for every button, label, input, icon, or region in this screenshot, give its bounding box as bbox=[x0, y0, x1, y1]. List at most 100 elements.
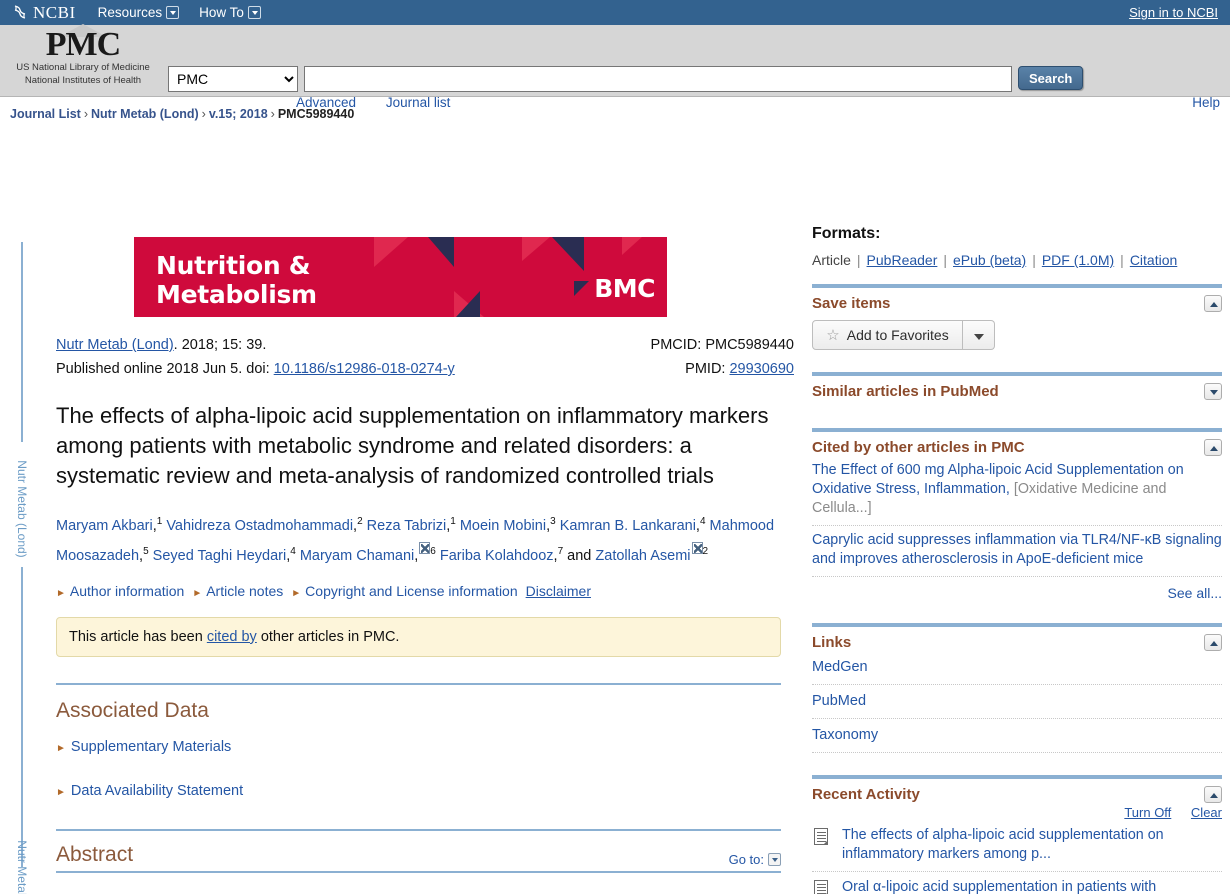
format-pdf[interactable]: PDF (1.0M) bbox=[1042, 252, 1114, 268]
cited-by-item[interactable]: The Effect of 600 mg Alpha-lipoic Acid S… bbox=[812, 456, 1222, 526]
banner-triangle bbox=[456, 291, 480, 317]
similar-articles-title: Similar articles in PubMed bbox=[812, 383, 999, 400]
author-link[interactable]: Maryam Chamani bbox=[300, 548, 414, 564]
author-affiliation-marker[interactable]: 4 bbox=[290, 546, 296, 557]
bmc-logo: BMC bbox=[574, 274, 655, 303]
author-link[interactable]: Seyed Taghi Heydari bbox=[153, 548, 287, 564]
nav-menu-resources-label: Resources bbox=[97, 5, 163, 20]
pmc-logo-text: PMC bbox=[45, 26, 121, 63]
author-affiliation-marker[interactable]: 2 bbox=[357, 516, 363, 527]
author-affiliation-marker[interactable]: 4 bbox=[700, 516, 706, 527]
go-to-dropdown[interactable]: Go to: bbox=[729, 852, 781, 867]
format-epub[interactable]: ePub (beta) bbox=[953, 252, 1026, 268]
format-article: Article bbox=[812, 252, 851, 268]
email-icon[interactable] bbox=[691, 541, 703, 554]
link-item-taxonomy[interactable]: Taxonomy bbox=[812, 719, 1222, 753]
journal-banner-title-line1: Nutrition & bbox=[156, 251, 311, 280]
panel-header: Cited by other articles in PMC bbox=[812, 439, 1222, 456]
citation-row-1: Nutr Metab (Lond). 2018; 15: 39. PMCID: … bbox=[56, 333, 794, 357]
add-to-favorites-button[interactable]: ☆ Add to Favorites bbox=[812, 320, 963, 350]
add-to-favorites-group: ☆ Add to Favorites bbox=[812, 320, 995, 350]
disclaimer-link[interactable]: Disclaimer bbox=[526, 583, 591, 599]
triangle-right-icon: ► bbox=[291, 587, 302, 599]
objective-heading: Objective bbox=[56, 891, 794, 894]
data-availability-toggle[interactable]: ► Data Availability Statement bbox=[56, 783, 794, 799]
clear-link[interactable]: Clear bbox=[1191, 805, 1222, 820]
cited-by-link[interactable]: cited by bbox=[207, 629, 257, 645]
cited-by-title: Cited by other articles in PMC bbox=[812, 439, 1025, 456]
save-items-title: Save items bbox=[812, 295, 891, 312]
supplementary-materials-toggle[interactable]: ► Supplementary Materials bbox=[56, 739, 794, 755]
breadcrumb-volume[interactable]: v.15; 2018 bbox=[209, 107, 268, 121]
breadcrumb-journal-list[interactable]: Journal List bbox=[10, 107, 81, 121]
nav-menu-howto[interactable]: How To bbox=[199, 5, 261, 20]
author-affiliation-marker[interactable]: 3 bbox=[550, 516, 556, 527]
database-select[interactable]: PMC bbox=[168, 66, 298, 92]
author-affiliation-marker[interactable]: 6 bbox=[430, 546, 436, 557]
rail-journal-label: Nutr Metab (Lond) bbox=[15, 460, 29, 558]
copyright-toggle[interactable]: ► Copyright and License information bbox=[291, 583, 517, 599]
author-link[interactable]: Zatollah Asemi bbox=[595, 548, 690, 564]
pmcid-text: PMCID: PMC5989440 bbox=[650, 337, 794, 353]
favorites-dropdown-button[interactable] bbox=[963, 320, 995, 350]
pmc-brand[interactable]: PMC US National Library of Medicine Nati… bbox=[8, 24, 158, 87]
triangle-right-icon: ► bbox=[56, 786, 66, 798]
chevron-down-icon bbox=[768, 852, 781, 866]
search-button[interactable]: Search bbox=[1018, 66, 1084, 90]
formats-list: Article | PubReader | ePub (beta) | PDF (1.0M)… bbox=[812, 252, 1222, 268]
author-link[interactable]: Maryam Akbari bbox=[56, 518, 153, 534]
recent-activity-item[interactable]: The effects of alpha-lipoic acid supplem… bbox=[812, 820, 1222, 872]
collapse-toggle-icon[interactable] bbox=[1204, 295, 1222, 312]
pmid-link[interactable]: 29930690 bbox=[729, 361, 794, 377]
author-link[interactable]: Vahidreza Ostadmohammadi bbox=[166, 518, 353, 534]
author-link[interactable]: Moein Mobini bbox=[460, 518, 546, 534]
link-item-medgen[interactable]: MedGen bbox=[812, 651, 1222, 685]
author-affiliation-marker[interactable]: 1 bbox=[450, 516, 456, 527]
format-citation[interactable]: Citation bbox=[1130, 252, 1177, 268]
doi-link[interactable]: 10.1186/s12986-018-0274-y bbox=[274, 361, 455, 377]
cited-notice-post: other articles in PMC. bbox=[256, 628, 400, 645]
author-information-toggle[interactable]: ► Author information bbox=[56, 583, 184, 599]
panel-recent-activity: Recent Activity Turn Off Clear The effec… bbox=[812, 775, 1222, 894]
breadcrumb-journal[interactable]: Nutr Metab (Lond) bbox=[91, 107, 199, 121]
ncbi-logo[interactable]: NCBI bbox=[12, 3, 76, 23]
turn-off-link[interactable]: Turn Off bbox=[1124, 805, 1171, 820]
article-title: The effects of alpha-lipoic acid supplem… bbox=[56, 403, 769, 488]
author-link[interactable]: Reza Tabrizi bbox=[367, 518, 447, 534]
article-notes-toggle[interactable]: ► Article notes bbox=[192, 583, 283, 599]
journal-banner-title: Nutrition & Metabolism bbox=[156, 251, 317, 309]
journal-banner[interactable]: Nutrition & Metabolism BMC bbox=[134, 237, 667, 317]
link-item-pubmed[interactable]: PubMed bbox=[812, 685, 1222, 719]
article-notes-label: Article notes bbox=[206, 582, 284, 599]
cited-by-item[interactable]: Caprylic acid suppresses inflammation vi… bbox=[812, 526, 1222, 577]
recent-activity-item-title: Oral α-lipoic acid supplementation in pa… bbox=[842, 879, 1157, 894]
pmid-label: PMID: bbox=[685, 361, 730, 377]
citation-journal-link[interactable]: Nutr Metab (Lond) bbox=[56, 337, 174, 353]
author-affiliation-marker[interactable]: 1 bbox=[157, 516, 163, 527]
expand-toggle-icon[interactable] bbox=[1204, 383, 1222, 400]
author-link[interactable]: Kamran B. Lankarani bbox=[560, 518, 696, 534]
cited-by-see-all[interactable]: See all... bbox=[812, 585, 1222, 601]
abstract-heading: Abstract bbox=[56, 842, 134, 866]
left-rail: Nutr Metab (Lond) Nutr Metab (Lond) bbox=[0, 242, 34, 894]
format-pubreader[interactable]: PubReader bbox=[867, 252, 938, 268]
recent-activity-item[interactable]: Oral α-lipoic acid supplementation in pa… bbox=[812, 872, 1222, 894]
author-affiliation-marker[interactable]: 2 bbox=[703, 546, 709, 557]
recent-activity-item-title: The effects of alpha-lipoic acid supplem… bbox=[842, 827, 1164, 862]
rail-journal-label: Nutr Metab (Lond) bbox=[15, 840, 29, 894]
abstract-header-row: Abstract Go to: bbox=[56, 843, 781, 873]
sign-in-link[interactable]: Sign in to NCBI bbox=[1129, 5, 1218, 20]
panel-divider bbox=[812, 623, 1222, 627]
nav-menu-resources[interactable]: Resources bbox=[98, 5, 180, 20]
breadcrumb-current: PMC5989440 bbox=[277, 107, 355, 121]
author-link[interactable]: Fariba Kolahdooz bbox=[440, 548, 554, 564]
email-icon[interactable] bbox=[419, 541, 431, 554]
banner-triangle bbox=[552, 237, 584, 271]
author-affiliation-marker[interactable]: 5 bbox=[143, 546, 149, 557]
collapse-toggle-icon[interactable] bbox=[1204, 634, 1222, 651]
data-availability-label: Data Availability Statement bbox=[70, 782, 244, 799]
collapse-toggle-icon[interactable] bbox=[1204, 786, 1222, 803]
collapse-toggle-icon[interactable] bbox=[1204, 439, 1222, 456]
author-affiliation-marker[interactable]: 7 bbox=[558, 546, 564, 557]
search-input[interactable] bbox=[304, 66, 1012, 92]
